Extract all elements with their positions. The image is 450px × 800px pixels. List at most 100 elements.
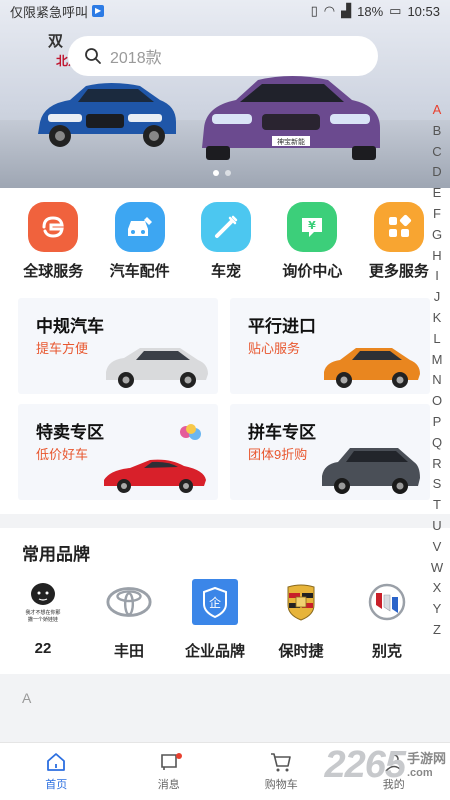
card-parallel-import[interactable]: 平行进口 贴心服务	[230, 298, 430, 394]
index-letter-x[interactable]: X	[433, 578, 442, 599]
index-letter-m[interactable]: M	[432, 350, 443, 371]
banner-blue-suv	[38, 83, 176, 147]
quick-actions: 全球服务 汽车配件 车宠 ¥ 询价中心 更多服务	[0, 188, 450, 281]
search-icon	[85, 48, 101, 64]
index-letter-o[interactable]: O	[432, 391, 442, 412]
common-brands-section: 常用品牌 我才不想在你那 撒一个娇娃娃 22 丰田 企 企业品牌 保时捷 别克	[0, 528, 450, 674]
card-title: 平行进口	[248, 317, 316, 336]
alphabet-index[interactable]: ABCDEFGHIJKLMNOPQRSTUVWXYZ	[428, 100, 446, 641]
carousel-dot-2[interactable]	[225, 170, 231, 176]
main-content: 全球服务 汽车配件 车宠 ¥ 询价中心 更多服务 中规汽车 提车方便 平行进口 …	[0, 188, 450, 514]
nav-messages[interactable]: 消息	[124, 743, 214, 800]
vibrate-icon: ▯	[310, 3, 318, 18]
banner-purple-sedan: 神宝新能	[202, 76, 380, 160]
balloons-decoration	[180, 424, 201, 440]
brand-item-22[interactable]: 我才不想在你那 撒一个娇娃娃 22	[7, 578, 79, 661]
index-letter-r[interactable]: R	[432, 454, 441, 475]
index-letter-l[interactable]: L	[433, 329, 440, 350]
index-letter-a[interactable]: A	[433, 100, 442, 121]
index-letter-s[interactable]: S	[433, 474, 442, 495]
brand-name: 丰田	[113, 643, 144, 660]
watermark-number: 2265	[324, 744, 406, 786]
search-placeholder[interactable]: 2018款	[110, 44, 162, 68]
nav-label: 首页	[45, 779, 68, 791]
silver-suv-image	[106, 348, 208, 388]
index-letter-n[interactable]: N	[432, 370, 441, 391]
home-icon	[47, 753, 66, 771]
index-letter-e[interactable]: E	[433, 183, 442, 204]
enterprise-logo: 企	[191, 578, 239, 626]
index-letter-h[interactable]: H	[432, 246, 441, 267]
play-icon: ▶	[92, 5, 105, 17]
index-letter-p[interactable]: P	[433, 412, 442, 433]
global-service-icon	[28, 202, 79, 252]
nav-label: 购物车	[264, 779, 298, 791]
card-title: 特卖专区	[36, 423, 104, 442]
svg-text:¥: ¥	[309, 219, 317, 232]
nav-cart[interactable]: 购物车	[236, 743, 326, 800]
index-letter-t[interactable]: T	[433, 495, 441, 516]
watermark-suffix: .com	[406, 766, 433, 779]
index-letter-y[interactable]: Y	[433, 599, 442, 620]
index-letter-u[interactable]: U	[432, 516, 441, 537]
card-group-buy[interactable]: 拼车专区 团体9折购	[230, 404, 430, 500]
cart-icon	[271, 753, 292, 772]
card-subtitle: 提车方便	[36, 341, 89, 356]
quick-action-label: 全球服务	[23, 263, 84, 280]
enterprise-logo-glyph: 企	[209, 595, 221, 610]
wifi-icon: ◠	[323, 3, 336, 18]
orange-hatchback-image	[324, 348, 420, 388]
index-letter-w[interactable]: W	[431, 558, 443, 579]
search-bar[interactable]: 2018款	[68, 36, 378, 76]
card-title: 中规汽车	[36, 317, 104, 336]
index-letter-f[interactable]: F	[433, 204, 441, 225]
card-domestic-cars[interactable]: 中规汽车 提车方便	[18, 298, 218, 394]
index-letter-j[interactable]: J	[434, 287, 441, 308]
car-pet-icon	[201, 202, 252, 252]
card-subtitle: 贴心服务	[248, 341, 301, 356]
quick-action-label: 汽车配件	[109, 263, 170, 280]
inquiry-icon: ¥	[287, 202, 338, 252]
meme-face-logo: 我才不想在你那 撒一个娇娃娃	[19, 578, 67, 626]
quick-action-label: 更多服务	[368, 263, 429, 280]
index-letter-d[interactable]: D	[432, 162, 441, 183]
more-services-icon	[373, 202, 424, 252]
red-sports-car-image	[104, 459, 206, 493]
carousel-indicators	[213, 170, 231, 176]
brand-name: 保时捷	[278, 643, 324, 660]
index-letter-q[interactable]: Q	[432, 433, 442, 454]
quick-action-global-service[interactable]: 全球服务	[10, 202, 96, 281]
brand-item-porsche[interactable]: 保时捷	[265, 578, 337, 661]
index-letter-z[interactable]: Z	[433, 620, 441, 641]
battery-icon: ▭	[389, 3, 402, 18]
site-watermark: 2265 手游网 .com	[324, 744, 446, 787]
unread-dot	[175, 753, 182, 759]
index-letter-i[interactable]: I	[435, 266, 439, 287]
quick-action-inquiry[interactable]: ¥ 询价中心	[269, 202, 355, 281]
quick-action-label: 车宠	[211, 263, 242, 280]
battery-percent: 18%	[357, 3, 384, 19]
index-letter-c[interactable]: C	[432, 142, 441, 163]
brand-item-buick[interactable]: 别克	[351, 578, 423, 661]
index-letter-k[interactable]: K	[433, 308, 442, 329]
quick-action-car-pet[interactable]: 车宠	[183, 202, 269, 281]
brand-name: 别克	[371, 643, 402, 660]
index-letter-v[interactable]: V	[433, 537, 442, 558]
meme-caption-1: 我才不想在你那	[25, 609, 60, 616]
brand-item-enterprise[interactable]: 企 企业品牌	[179, 578, 251, 661]
section-title: 常用品牌	[22, 545, 90, 564]
carousel-dot-1[interactable]	[213, 170, 219, 176]
banner-carousel[interactable]: 仅限紧急呼叫 ▶ ▯ ◠ ▟ 18% ▭ 10:53 双 北京 神宝新能	[0, 0, 450, 188]
card-title: 拼车专区	[248, 423, 316, 442]
brand-name: 企业品牌	[184, 643, 245, 660]
quick-action-car-parts[interactable]: 汽车配件	[96, 202, 182, 281]
nav-home[interactable]: 首页	[11, 743, 101, 800]
watermark-text: 手游网	[406, 750, 446, 766]
brand-name: 22	[34, 640, 52, 657]
card-subtitle: 团体9折购	[248, 447, 308, 462]
index-letter-b[interactable]: B	[433, 121, 442, 142]
card-special-sale[interactable]: 特卖专区 低价好车	[18, 404, 218, 500]
brand-item-toyota[interactable]: 丰田	[93, 578, 165, 661]
index-letter-g[interactable]: G	[432, 225, 442, 246]
signal-icon: ▟	[341, 3, 352, 18]
